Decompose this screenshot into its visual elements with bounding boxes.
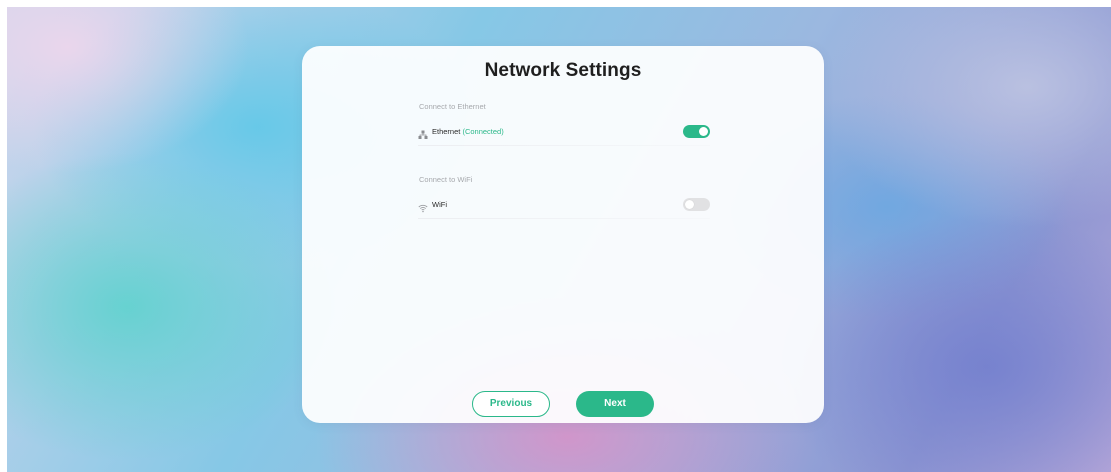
ethernet-name: Ethernet — [432, 127, 461, 136]
wifi-row[interactable]: WiFi — [418, 197, 710, 219]
desktop-background: Network Settings Connect to Ethernet Eth… — [7, 7, 1111, 472]
ethernet-label: Ethernet (Connected) — [432, 127, 504, 136]
row-divider — [418, 145, 710, 146]
network-icon — [418, 127, 428, 139]
network-settings-dialog: Network Settings Connect to Ethernet Eth… — [302, 46, 824, 423]
previous-button[interactable]: Previous — [472, 391, 550, 417]
wifi-icon — [418, 200, 428, 213]
wifi-toggle[interactable] — [683, 198, 710, 211]
toggle-knob — [685, 200, 694, 209]
ethernet-status: (Connected) — [462, 127, 504, 136]
row-divider — [418, 218, 710, 219]
ethernet-row[interactable]: Ethernet (Connected) — [418, 124, 710, 146]
toggle-knob — [699, 127, 708, 136]
ethernet-toggle[interactable] — [683, 125, 710, 138]
ethernet-section-label: Connect to Ethernet — [419, 102, 486, 111]
wifi-section-label: Connect to WiFi — [419, 175, 473, 184]
next-button[interactable]: Next — [576, 391, 654, 417]
page-title: Network Settings — [484, 60, 642, 81]
wifi-label: WiFi — [432, 200, 447, 209]
